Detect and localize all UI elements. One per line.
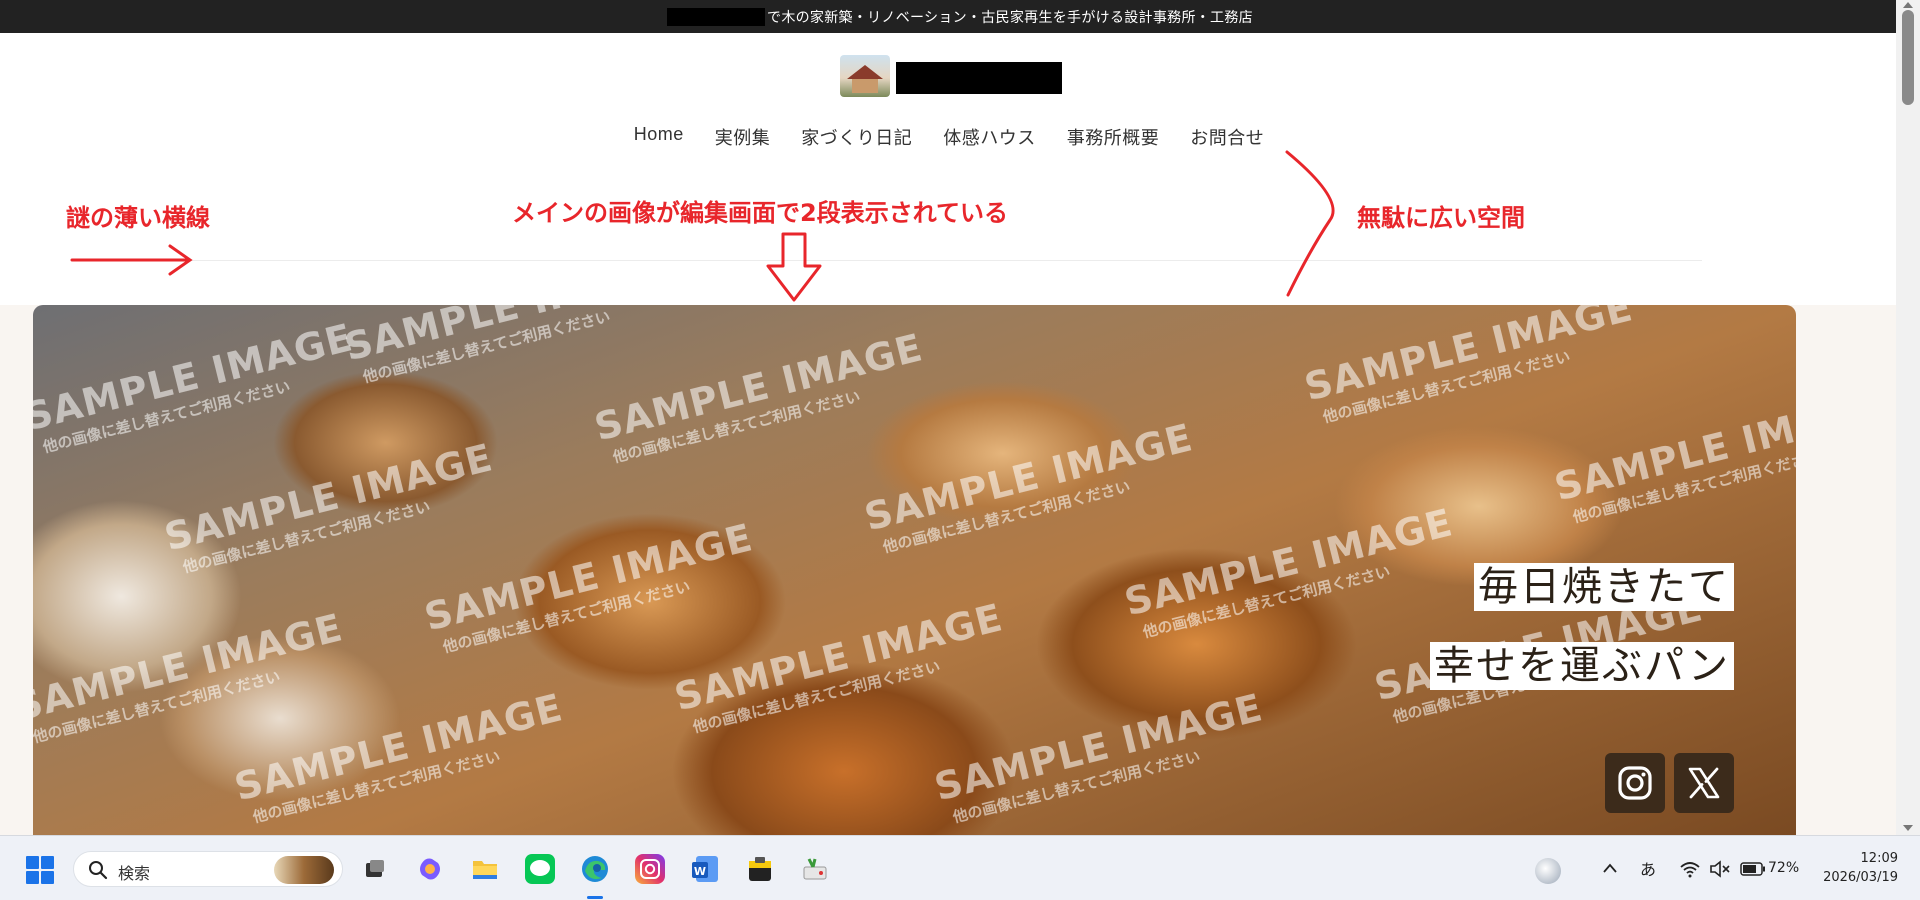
- x-icon: [1688, 767, 1720, 799]
- battery-icon[interactable]: [1740, 862, 1766, 876]
- system-clock[interactable]: 12:09 2026/03/19: [1823, 849, 1898, 887]
- right-arrow-icon: [70, 244, 193, 276]
- watermark: SAMPLE IMAGE他の画像に差し替えてご利用ください: [160, 435, 498, 577]
- scrollbar-thumb[interactable]: [1902, 10, 1914, 105]
- svg-text:W: W: [694, 865, 706, 878]
- edge-icon[interactable]: [578, 852, 612, 886]
- ime-indicator[interactable]: あ: [1640, 856, 1656, 880]
- instagram-button[interactable]: [1605, 753, 1665, 813]
- hero-catch-line-1: 毎日焼きたて: [1474, 563, 1734, 611]
- social-links: [1605, 753, 1734, 813]
- search-label: 検索: [118, 864, 151, 883]
- brace-curve: [1285, 150, 1335, 297]
- watermark: SAMPLE IMAGE他の画像に差し替えてご利用ください: [33, 605, 348, 747]
- battery-percent: 72%: [1768, 860, 1800, 876]
- speaker-muted-icon[interactable]: [1709, 859, 1731, 879]
- down-arrow-icon: [766, 232, 822, 302]
- weather-widget-icon[interactable]: [1535, 858, 1561, 884]
- windows-start-icon[interactable]: [26, 856, 54, 884]
- watermark: SAMPLE IMAGE他の画像に差し替えてご利用ください: [340, 305, 678, 387]
- search-icon: [89, 861, 108, 880]
- clock-date: 2026/03/19: [1823, 870, 1898, 885]
- watermark: SAMPLE IMAGE他の画像に差し替えてご利用ください: [230, 685, 568, 827]
- windows-taskbar: 検索 W あ 72% 12:09 2026/03/19: [0, 835, 1920, 900]
- watermark: SAMPLE IMAGE他の画像に差し替えてご利用ください: [930, 685, 1268, 827]
- file-explorer-icon[interactable]: [468, 852, 502, 886]
- instagram-icon: [1618, 766, 1652, 800]
- scroll-down-icon[interactable]: [1903, 825, 1913, 831]
- annotation-arrows: [70, 150, 1335, 302]
- line-icon[interactable]: [523, 852, 557, 886]
- watermark: SAMPLE IMAGE他の画像に差し替えてご利用ください: [670, 595, 1008, 737]
- hero-main-image: SAMPLE IMAGE 他の画像に差し替えてご利用ください SAMPLE IMA…: [33, 305, 1796, 835]
- taskbar-search[interactable]: 検索: [73, 851, 343, 887]
- scroll-up-icon[interactable]: [1903, 2, 1913, 8]
- watermark: SAMPLE IMAGE他の画像に差し替えてご利用ください: [590, 325, 928, 467]
- watermark: SAMPLE IMAGE他の画像に差し替えてご利用ください: [1120, 500, 1458, 642]
- watermark: SAMPLE IMAGE他の画像に差し替えてご利用ください: [860, 415, 1198, 557]
- active-app-indicator: [587, 896, 603, 899]
- watermark: SAMPLE IMAGE他の画像に差し替えてご利用ください: [1550, 385, 1796, 527]
- watermark: SAMPLE IMAGE他の画像に差し替えてご利用ください: [420, 515, 758, 657]
- instagram-taskbar-icon[interactable]: [633, 852, 667, 886]
- watermark: SAMPLE IMAGE他の画像に差し替えてご利用ください: [33, 315, 358, 457]
- hero-catch-line-2: 幸せを運ぶパン: [1430, 642, 1734, 690]
- watermark: SAMPLE IMAGE他の画像に差し替えてご利用ください: [1300, 305, 1638, 427]
- page-scrollbar[interactable]: [1896, 0, 1920, 835]
- x-button[interactable]: [1674, 753, 1734, 813]
- search-highlight-image: [274, 856, 334, 884]
- task-view-icon[interactable]: [358, 852, 392, 886]
- app-icon-2[interactable]: [798, 852, 832, 886]
- wifi-icon[interactable]: [1679, 858, 1701, 880]
- copilot-icon[interactable]: [413, 852, 447, 886]
- word-icon[interactable]: W: [688, 852, 722, 886]
- clock-time: 12:09: [1860, 851, 1898, 866]
- chevron-up-icon[interactable]: [1602, 862, 1618, 874]
- app-icon[interactable]: [743, 852, 777, 886]
